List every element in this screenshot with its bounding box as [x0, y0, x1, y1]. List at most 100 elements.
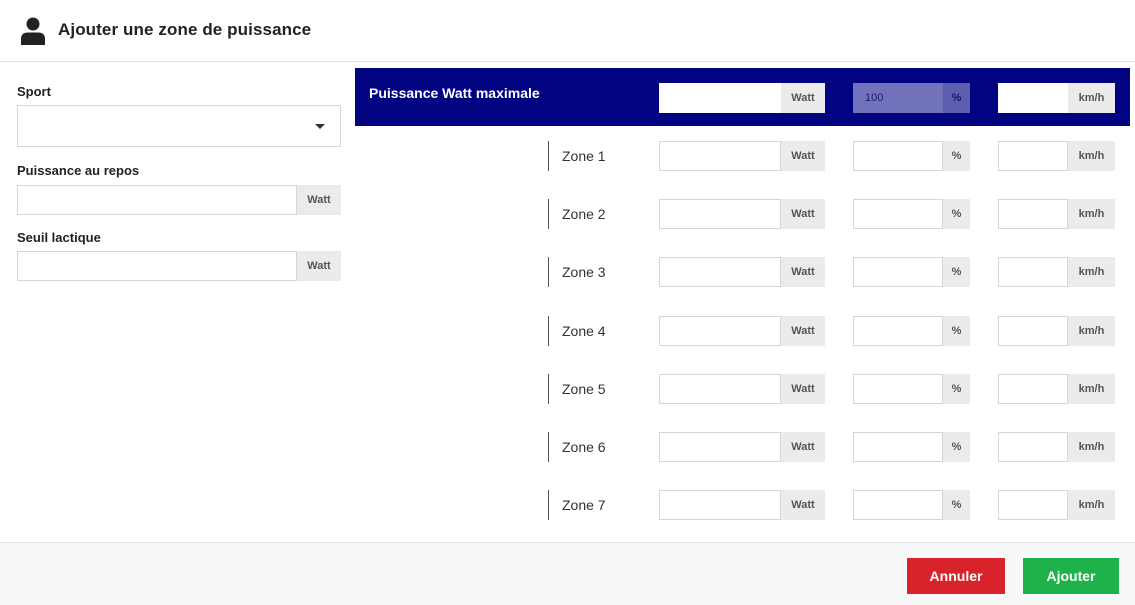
dialog-title: Ajouter une zone de puissance — [58, 20, 312, 39]
zone-label: Zone 7 — [562, 497, 606, 513]
zone-speed-group: km/h — [998, 432, 1115, 462]
lactate-threshold-input[interactable] — [17, 251, 297, 281]
zone-speed-group: km/h — [998, 257, 1115, 287]
zone-pct-group: % — [853, 199, 970, 229]
max-pct-unit: % — [943, 83, 970, 113]
zone-row: Zone 1 Watt % km/h — [548, 141, 1118, 171]
zone-pct-unit: % — [943, 432, 970, 462]
sport-select[interactable] — [17, 105, 341, 147]
zone-pct-input[interactable] — [853, 374, 943, 404]
rest-power-unit: Watt — [297, 185, 341, 215]
zone-label: Zone 6 — [562, 439, 606, 455]
zone-label: Zone 2 — [562, 206, 606, 222]
zone-divider — [548, 257, 549, 287]
zone-speed-input[interactable] — [998, 490, 1068, 520]
zone-pct-group: % — [853, 141, 970, 171]
zone-watt-group: Watt — [659, 257, 825, 287]
zone-pct-input[interactable] — [853, 432, 943, 462]
max-speed-unit: km/h — [1068, 83, 1115, 113]
zone-divider — [548, 432, 549, 462]
zone-watt-unit: Watt — [781, 199, 825, 229]
zone-pct-group: % — [853, 257, 970, 287]
zone-speed-input[interactable] — [998, 374, 1068, 404]
max-pct-group: 100 % — [853, 83, 970, 113]
zone-watt-input[interactable] — [659, 374, 781, 404]
zone-label: Zone 1 — [562, 148, 606, 164]
zone-label: Zone 5 — [562, 381, 606, 397]
zone-watt-unit: Watt — [781, 490, 825, 520]
zone-pct-group: % — [853, 432, 970, 462]
dialog-footer: Annuler Ajouter — [0, 542, 1135, 605]
zone-label: Zone 4 — [562, 323, 606, 339]
zone-pct-input[interactable] — [853, 316, 943, 346]
max-power-row: Puissance Watt maximale Watt 100 % km/h — [355, 68, 1130, 126]
zone-watt-input[interactable] — [659, 257, 781, 287]
zone-speed-input[interactable] — [998, 199, 1068, 229]
zone-row: Zone 2 Watt % km/h — [548, 199, 1118, 229]
lactate-threshold-group: Watt — [17, 251, 341, 281]
zone-watt-input[interactable] — [659, 316, 781, 346]
zone-row: Zone 5 Watt % km/h — [548, 374, 1118, 404]
zone-pct-group: % — [853, 316, 970, 346]
zone-divider — [548, 199, 549, 229]
max-power-label: Puissance Watt maximale — [369, 85, 540, 101]
zone-pct-input[interactable] — [853, 199, 943, 229]
zone-watt-group: Watt — [659, 432, 825, 462]
zone-watt-unit: Watt — [781, 141, 825, 171]
zone-pct-unit: % — [943, 199, 970, 229]
zone-watt-group: Watt — [659, 316, 825, 346]
max-watt-input[interactable] — [659, 83, 781, 113]
zone-divider — [548, 490, 549, 520]
zone-speed-unit: km/h — [1068, 141, 1115, 171]
zone-pct-unit: % — [943, 374, 970, 404]
zone-watt-input[interactable] — [659, 490, 781, 520]
zone-watt-group: Watt — [659, 374, 825, 404]
zone-watt-input[interactable] — [659, 141, 781, 171]
zone-divider — [548, 141, 549, 171]
max-speed-input[interactable] — [998, 83, 1068, 113]
zone-watt-input[interactable] — [659, 199, 781, 229]
zone-watt-input[interactable] — [659, 432, 781, 462]
zone-row: Zone 7 Watt % km/h — [548, 490, 1118, 520]
zone-pct-unit: % — [943, 141, 970, 171]
zone-pct-unit: % — [943, 490, 970, 520]
zone-speed-input[interactable] — [998, 432, 1068, 462]
rest-power-group: Watt — [17, 185, 341, 215]
rest-power-input[interactable] — [17, 185, 297, 215]
zone-divider — [548, 316, 549, 346]
zone-speed-group: km/h — [998, 374, 1115, 404]
user-icon — [21, 17, 45, 45]
zone-row: Zone 3 Watt % km/h — [548, 257, 1118, 287]
zone-pct-input[interactable] — [853, 141, 943, 171]
zone-pct-input[interactable] — [853, 490, 943, 520]
max-watt-group: Watt — [659, 83, 825, 113]
zone-watt-group: Watt — [659, 199, 825, 229]
zone-speed-unit: km/h — [1068, 316, 1115, 346]
zone-row: Zone 6 Watt % km/h — [548, 432, 1118, 462]
max-pct-input: 100 — [853, 83, 943, 113]
zone-watt-unit: Watt — [781, 374, 825, 404]
zone-speed-unit: km/h — [1068, 199, 1115, 229]
zone-speed-unit: km/h — [1068, 257, 1115, 287]
zone-watt-unit: Watt — [781, 257, 825, 287]
add-button[interactable]: Ajouter — [1023, 558, 1119, 594]
zone-speed-input[interactable] — [998, 316, 1068, 346]
zone-speed-unit: km/h — [1068, 490, 1115, 520]
max-watt-unit: Watt — [781, 83, 825, 113]
zone-pct-unit: % — [943, 316, 970, 346]
zone-watt-group: Watt — [659, 141, 825, 171]
cancel-button[interactable]: Annuler — [907, 558, 1005, 594]
zone-divider — [548, 374, 549, 404]
zone-pct-input[interactable] — [853, 257, 943, 287]
zone-speed-input[interactable] — [998, 141, 1068, 171]
rest-power-label: Puissance au repos — [17, 163, 140, 178]
zone-speed-group: km/h — [998, 141, 1115, 171]
zone-watt-group: Watt — [659, 490, 825, 520]
zone-speed-unit: km/h — [1068, 374, 1115, 404]
dialog-header: Ajouter une zone de puissance — [0, 0, 1135, 62]
zone-speed-input[interactable] — [998, 257, 1068, 287]
zone-pct-group: % — [853, 490, 970, 520]
max-speed-group: km/h — [998, 83, 1115, 113]
lactate-threshold-label: Seuil lactique — [17, 230, 101, 245]
zone-row: Zone 4 Watt % km/h — [548, 316, 1118, 346]
